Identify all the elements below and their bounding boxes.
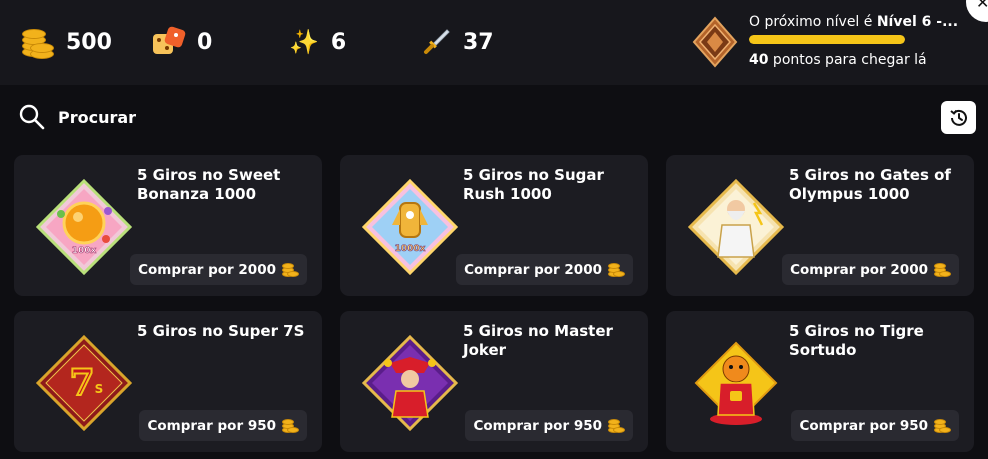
level-badge-icon [692, 16, 738, 68]
buy-button[interactable]: Comprar por 2000 [782, 254, 959, 285]
coin-icon [281, 262, 299, 278]
next-level-text: O próximo nível é Nível 6 -... [749, 14, 958, 30]
history-button[interactable] [941, 101, 976, 134]
coins-icon [20, 25, 54, 59]
master-joker-icon [362, 335, 458, 431]
next-level-name: Nível 6 -... [876, 14, 959, 30]
buy-button[interactable]: Comprar por 2000 [456, 254, 633, 285]
history-icon [949, 109, 967, 126]
top-bar: 500 0 ✨ 6 37 O próximo nível é Nível 6 -… [0, 0, 988, 85]
offer-card-super-7s[interactable]: 7 S 5 Giros no Super 7S Comprar por 950 [14, 311, 322, 452]
dice-icon [153, 25, 187, 58]
sweet-bonanza-art-label: 100x [72, 246, 97, 256]
offer-card-sweet-bonanza[interactable]: 100x 5 Giros no Sweet Bonanza 1000 Compr… [14, 155, 322, 296]
coins-value: 500 [66, 29, 112, 55]
buy-button-label: Comprar por 2000 [138, 261, 276, 278]
card-title: 5 Giros no Gates of Olympus 1000 [789, 166, 951, 203]
coins-stat: 500 [20, 24, 112, 60]
sugar-rush-icon: 1000x [362, 179, 458, 275]
coin-icon [607, 418, 625, 434]
svg-text:7: 7 [69, 362, 94, 404]
tigre-sortudo-icon [694, 341, 778, 425]
search-bar[interactable]: Procurar [18, 103, 136, 131]
close-button[interactable]: ✕ [966, 0, 988, 22]
svg-text:S: S [95, 382, 104, 396]
offer-card-tigre-sortudo[interactable]: 5 Giros no Tigre Sortudo Comprar por 950 [666, 311, 974, 452]
level-progress[interactable]: O próximo nível é Nível 6 -... 40 pontos… [690, 14, 960, 74]
search-icon [19, 104, 45, 130]
dice-stat: 0 [153, 24, 212, 60]
points-needed-suffix: pontos para chegar lá [768, 52, 927, 68]
buy-button-label: Comprar por 2000 [790, 261, 928, 278]
buy-button-label: Comprar por 950 [473, 417, 602, 434]
gates-of-olympus-icon [688, 179, 784, 275]
buy-button[interactable]: Comprar por 2000 [130, 254, 307, 285]
sparkles-icon: ✨ [289, 28, 319, 56]
points-needed-text: 40 pontos para chegar lá [749, 52, 927, 68]
swords-stat: 37 [421, 24, 494, 60]
coin-icon [933, 418, 951, 434]
buy-button-label: Comprar por 2000 [464, 261, 602, 278]
buy-button[interactable]: Comprar por 950 [791, 410, 959, 441]
card-title: 5 Giros no Sugar Rush 1000 [463, 166, 604, 203]
buy-button-label: Comprar por 950 [147, 417, 276, 434]
card-title: 5 Giros no Super 7S [137, 322, 305, 340]
points-needed-value: 40 [749, 52, 769, 68]
swords-value: 37 [463, 29, 494, 55]
super-7s-icon: 7 S [36, 335, 132, 431]
close-icon: ✕ [976, 0, 988, 12]
coin-icon [933, 262, 951, 278]
search-label: Procurar [58, 107, 137, 127]
sword-icon [424, 29, 450, 54]
offer-card-gates-of-olympus[interactable]: 5 Giros no Gates of Olympus 1000 Comprar… [666, 155, 974, 296]
buy-button[interactable]: Comprar por 950 [139, 410, 307, 441]
next-level-prefix: O próximo nível é [749, 14, 877, 30]
card-title: 5 Giros no Sweet Bonanza 1000 [137, 166, 281, 203]
coin-icon [281, 418, 299, 434]
level-progress-bar [749, 35, 905, 44]
offer-card-sugar-rush[interactable]: 1000x 5 Giros no Sugar Rush 1000 Comprar… [340, 155, 648, 296]
level-progress-fill [749, 35, 905, 44]
sugar-rush-art-label: 1000x [395, 244, 426, 254]
card-title: 5 Giros no Tigre Sortudo [789, 322, 924, 359]
sparkles-value: 6 [330, 29, 347, 55]
card-title: 5 Giros no Master Joker [463, 322, 613, 359]
sweet-bonanza-icon: 100x [36, 179, 132, 275]
buy-button-label: Comprar por 950 [799, 417, 928, 434]
sparkles-stat: ✨ 6 [289, 24, 346, 60]
buy-button[interactable]: Comprar por 950 [465, 410, 633, 441]
offer-card-master-joker[interactable]: 5 Giros no Master Joker Comprar por 950 [340, 311, 648, 452]
coin-icon [607, 262, 625, 278]
dice-value: 0 [197, 29, 213, 55]
